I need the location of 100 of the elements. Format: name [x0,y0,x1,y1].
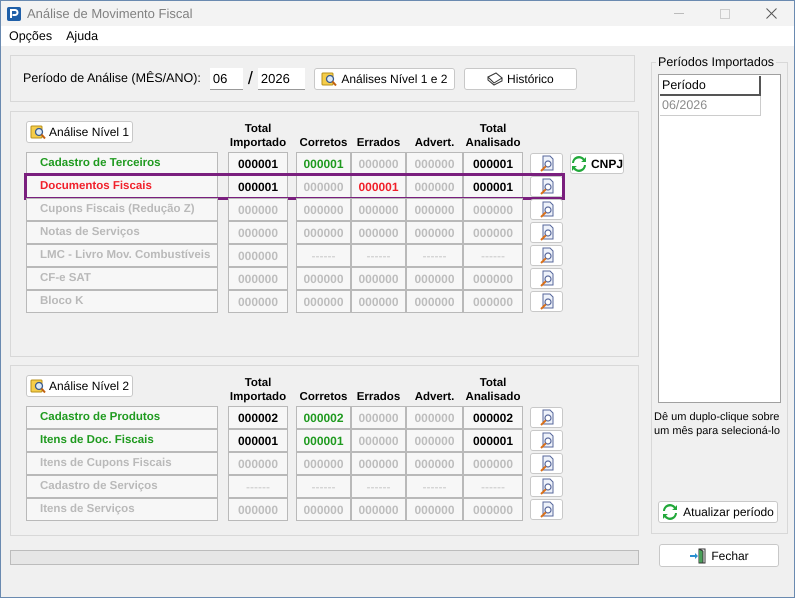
view-details-button[interactable] [530,245,563,266]
column-header: Errados [356,136,402,150]
table-cell: 000000 [351,429,406,452]
row-name: Itens de Doc. Fiscais [26,429,218,452]
view-details-button[interactable] [530,176,563,197]
table-cell: 000002 [463,406,523,429]
document-search-icon [538,270,554,287]
table-cell: 000000 [406,498,463,521]
row-name: Documentos Fiscais [26,175,218,198]
table-cell: 000002 [228,406,288,429]
view-details-button[interactable] [530,268,563,289]
folder-search-icon [321,70,338,86]
table-cell: 000000 [228,221,288,244]
view-details-button[interactable] [530,222,563,243]
document-search-icon [538,293,554,310]
table-cell: 000000 [463,267,523,290]
folder-search-icon [30,378,46,394]
table-row[interactable]: Cadastro de Terceiros 000001 000001 000000 000000 000001 CNPJ [26,152,624,175]
table-cell: 000000 [406,290,463,313]
table-cell: 000001 [228,152,288,175]
document-search-icon [538,409,554,426]
table-cell: 000000 [406,198,463,221]
view-details-button[interactable] [530,407,563,428]
exit-door-icon [689,548,708,564]
table-cell: 000000 [406,429,463,452]
table-cell: 000000 [351,152,406,175]
refresh-period-button[interactable]: Atualizar período [658,501,778,523]
month-field[interactable]: 06 [210,68,243,90]
table-cell: ------ [228,475,288,498]
view-details-button[interactable] [530,430,563,451]
menu-item[interactable]: Ajuda [66,26,98,46]
table-cell: 000000 [296,452,351,475]
menu-item[interactable]: Opções [9,26,52,46]
table-cell: 000001 [228,429,288,452]
document-search-icon [538,155,554,172]
list-header: Período [660,76,761,96]
table-cell: 000000 [351,406,406,429]
table-cell: 000001 [296,152,351,175]
column-header: Total Importado [228,122,288,150]
table-cell: ------ [463,475,523,498]
table-cell: 000001 [463,152,523,175]
hint-text: Dê um duplo-clique sobre um mês para selecioná-lo [653,410,781,438]
year-field[interactable]: 2026 [258,68,305,90]
view-details-button[interactable] [530,153,563,174]
view-details-button[interactable] [530,291,563,312]
date-separator: / [248,67,253,90]
history-button[interactable]: Histórico [464,68,577,90]
row-name: Itens de Serviços [26,498,218,521]
table-cell: 000000 [406,221,463,244]
analysis-button[interactable]: Análise Nível 1 [26,121,134,143]
analysis-button[interactable]: Análises Nível 1 e 2 [314,68,455,90]
table-cell: 000000 [296,290,351,313]
close-button[interactable]: Fechar [659,544,779,567]
table-row[interactable]: Itens de Doc. Fiscais 000001 000001 000000 000000 000001 [26,429,563,452]
view-details-button[interactable] [530,499,563,520]
document-search-icon [538,432,554,449]
book-icon [487,72,504,86]
table-cell: ------ [296,475,351,498]
column-header: Advert. [414,390,456,404]
table-cell: 000000 [351,221,406,244]
row-name: Cupons Fiscais (Redução Z) [26,198,218,221]
view-details-button[interactable] [530,453,563,474]
table-cell: 000000 [296,175,351,198]
table-cell: 000001 [351,175,406,198]
column-header: Errados [356,390,402,404]
table-cell: 000000 [463,198,523,221]
view-details-button[interactable] [530,476,563,497]
table-cell: 000000 [296,498,351,521]
table-row[interactable]: Documentos Fiscais 000001 000000 000001 000000 000001 [26,175,563,198]
table-cell: 000001 [228,175,288,198]
row-name: Cadastro de Produtos [26,406,218,429]
table-cell: ------ [351,244,406,267]
table-cell: 000000 [228,244,288,267]
table-cell: ------ [463,244,523,267]
column-header: Corretos [298,390,348,404]
document-search-icon [538,224,554,241]
document-search-icon [538,201,554,218]
refresh-icon [662,504,678,520]
table-cell: 000001 [296,429,351,452]
column-header: Total Analisado [464,122,522,150]
cnpj-button[interactable]: CNPJ [570,153,624,174]
table-cell: 000000 [406,452,463,475]
row-name: Cadastro de Serviços [26,475,218,498]
window-title: Análise de Movimento Fiscal [27,4,192,23]
view-details-button[interactable] [530,199,563,220]
table-cell: 000001 [463,175,523,198]
group-title: Períodos Importados [656,54,776,70]
table-row[interactable]: Cadastro de Produtos 000002 000002 000000 000000 000002 [26,406,563,429]
analysis-button[interactable]: Análise Nível 2 [26,375,134,397]
table-cell: 000000 [463,498,523,521]
table-cell: 000000 [228,198,288,221]
row-name: Notas de Serviços [26,221,218,244]
table-cell: 000000 [228,290,288,313]
column-header: Advert. [414,136,456,150]
row-name: Cadastro de Terceiros [26,152,218,175]
document-search-icon [538,178,554,195]
column-header: Corretos [298,136,348,150]
table-cell: 000000 [228,267,288,290]
table-cell: 000000 [351,267,406,290]
table-cell: 000000 [406,175,463,198]
